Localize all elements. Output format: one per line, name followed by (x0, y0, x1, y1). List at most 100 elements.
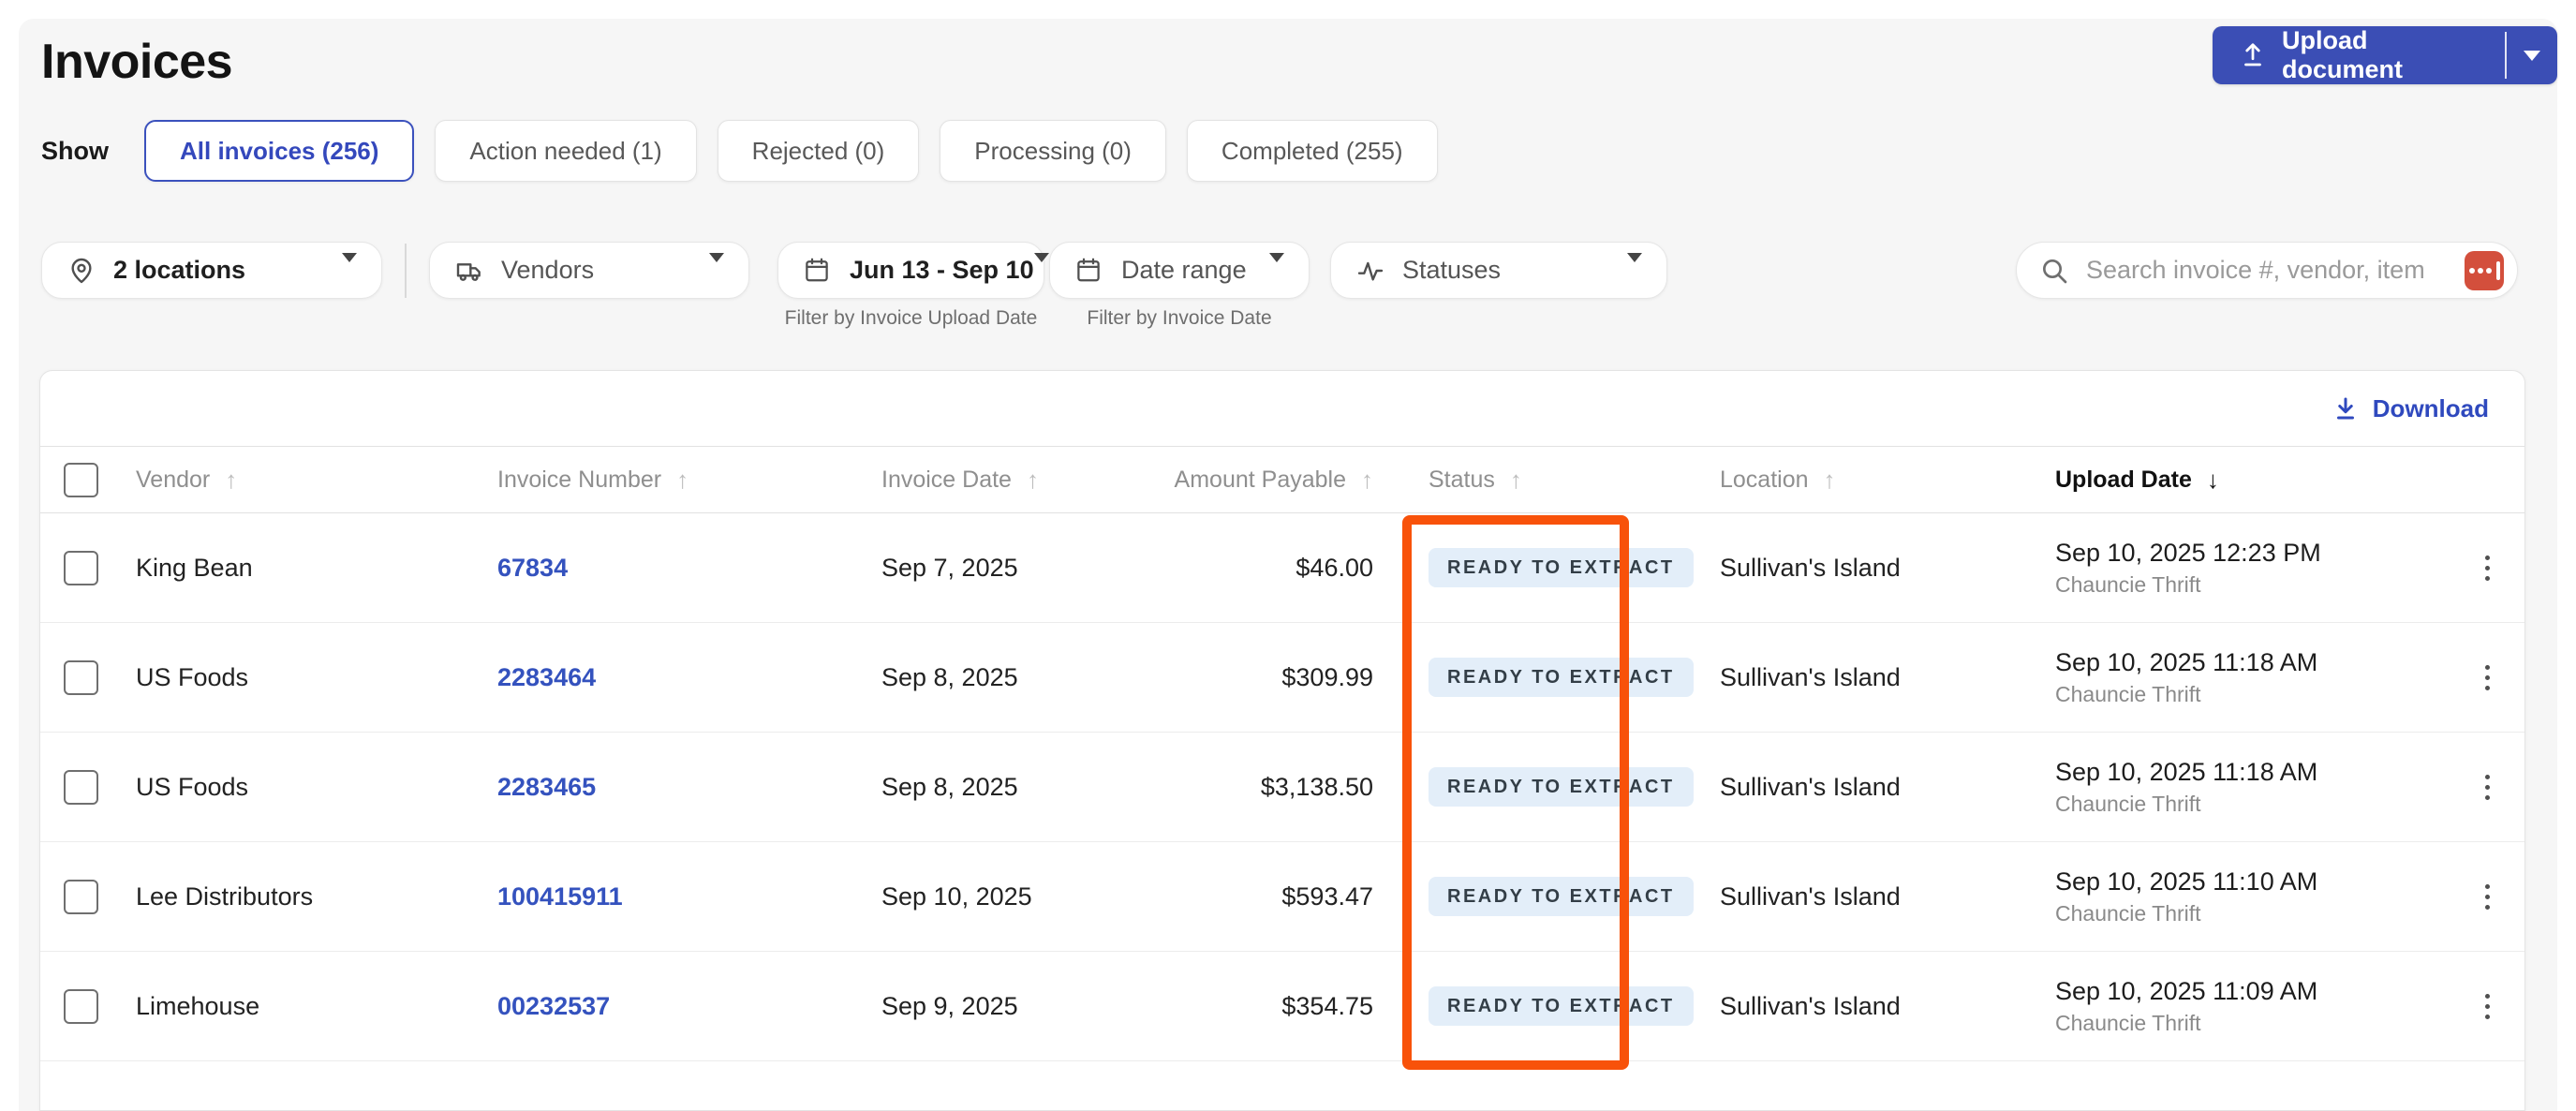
sort-asc-icon: ↑ (1510, 466, 1522, 495)
column-header-vendor[interactable]: Vendor↑ (106, 466, 471, 495)
chevron-down-icon (2524, 51, 2540, 61)
amount-payable-cell: $593.47 (1164, 882, 1389, 911)
uploaded-by: Chauncie Thrift (2055, 682, 2201, 706)
download-icon (2332, 394, 2360, 422)
table-header-row: Vendor↑ Invoice Number↑ Invoice Date↑ Am… (40, 446, 2524, 513)
vendor-cell: US Foods (106, 773, 471, 802)
tab-action-needed-label: Action needed (1) (469, 137, 661, 166)
chevron-down-icon (709, 262, 724, 279)
vendor-filter-dropdown[interactable]: Vendors (429, 242, 749, 299)
sort-desc-icon: ↓ (2207, 466, 2219, 495)
tab-all-invoices[interactable]: All invoices (256) (144, 120, 414, 182)
vendor-filter-label: Vendors (501, 256, 594, 285)
table-row: US Foods 2283464 Sep 8, 2025 $309.99 REA… (40, 623, 2524, 733)
calendar-icon (803, 256, 833, 286)
row-checkbox[interactable] (64, 660, 98, 695)
chevron-down-icon (1034, 262, 1049, 279)
row-checkbox[interactable] (64, 770, 98, 805)
column-header-location[interactable]: Location↑ (1651, 466, 1998, 495)
upload-datetime: Sep 10, 2025 11:09 AM (2055, 977, 2317, 1005)
download-button[interactable]: Download (2332, 394, 2489, 423)
column-header-invoice-date[interactable]: Invoice Date↑ (855, 466, 1164, 495)
search-input[interactable] (2086, 256, 2465, 285)
invoice-number-link[interactable]: 00232537 (497, 992, 610, 1021)
amount-payable-cell: $354.75 (1164, 992, 1389, 1021)
row-menu-button[interactable] (2476, 546, 2499, 590)
location-cell: Sullivan's Island (1651, 882, 1998, 911)
upload-date-filter-dropdown[interactable]: Jun 13 - Sep 10 (777, 242, 1044, 299)
tab-action-needed[interactable]: Action needed (1) (435, 120, 696, 182)
column-header-status[interactable]: Status↑ (1389, 466, 1651, 495)
amount-payable-cell: $309.99 (1164, 663, 1389, 692)
amount-payable-cell: $3,138.50 (1164, 773, 1389, 802)
upload-dropdown-toggle[interactable] (2507, 26, 2557, 84)
column-header-upload-date[interactable]: Upload Date↓ (1998, 466, 2476, 495)
upload-document-label: Upload document (2282, 26, 2477, 84)
activity-pulse-icon (1355, 256, 1385, 286)
invoice-number-link[interactable]: 2283464 (497, 663, 596, 692)
tab-processing-label: Processing (0) (974, 137, 1132, 166)
upload-document-button[interactable]: Upload document (2213, 26, 2557, 84)
location-cell: Sullivan's Island (1651, 663, 1998, 692)
upload-datetime: Sep 10, 2025 12:23 PM (2055, 539, 2321, 567)
row-checkbox[interactable] (64, 989, 98, 1024)
table-row: Limehouse 00232537 Sep 9, 2025 $354.75 R… (40, 952, 2524, 1061)
tab-rejected-label: Rejected (0) (752, 137, 885, 166)
row-menu-button[interactable] (2476, 875, 2499, 919)
tab-processing[interactable]: Processing (0) (940, 120, 1166, 182)
row-checkbox[interactable] (64, 880, 98, 914)
tab-completed-label: Completed (255) (1221, 137, 1403, 166)
row-menu-button[interactable] (2476, 656, 2499, 700)
invoice-date-filter-helper: Filter by Invoice Date (1049, 307, 1310, 330)
invoice-date-cell: Sep 8, 2025 (855, 773, 1164, 802)
tab-completed[interactable]: Completed (255) (1187, 120, 1438, 182)
chevron-down-icon (1269, 262, 1284, 279)
tab-rejected[interactable]: Rejected (0) (718, 120, 920, 182)
invoices-table-card: Download Vendor↑ Invoice Number↑ Invoice… (39, 370, 2525, 1111)
invoice-date-filter-dropdown[interactable]: Date range (1049, 242, 1310, 299)
filter-divider (405, 244, 407, 298)
column-header-amount-payable[interactable]: Amount Payable↑ (1164, 466, 1389, 495)
location-filter-dropdown[interactable]: 2 locations (41, 242, 382, 299)
table-toolbar: Download (40, 371, 2524, 446)
select-all-checkbox[interactable] (64, 463, 98, 497)
upload-datetime: Sep 10, 2025 11:18 AM (2055, 758, 2317, 786)
truck-icon (454, 256, 484, 286)
uploaded-by: Chauncie Thrift (2055, 901, 2201, 926)
page-title: Invoices (41, 34, 232, 90)
uploaded-by: Chauncie Thrift (2055, 1011, 2201, 1035)
chevron-down-icon (1627, 262, 1642, 279)
invoice-number-link[interactable]: 67834 (497, 554, 568, 583)
invoice-date-cell: Sep 9, 2025 (855, 992, 1164, 1021)
calendar-icon (1074, 256, 1104, 286)
sort-asc-icon: ↑ (225, 466, 237, 495)
location-cell: Sullivan's Island (1651, 554, 1998, 583)
invoice-number-link[interactable]: 2283465 (497, 773, 596, 802)
search-icon (2039, 256, 2069, 286)
upload-datetime: Sep 10, 2025 11:10 AM (2055, 867, 2317, 896)
amount-payable-cell: $46.00 (1164, 554, 1389, 583)
status-tabs: Show All invoices (256) Action needed (1… (41, 120, 1458, 182)
upload-document-main[interactable]: Upload document (2213, 26, 2505, 84)
location-cell: Sullivan's Island (1651, 992, 1998, 1021)
invoice-date-filter-label: Date range (1121, 256, 1247, 285)
location-cell: Sullivan's Island (1651, 773, 1998, 802)
sort-asc-icon: ↑ (1027, 466, 1039, 495)
row-checkbox[interactable] (64, 551, 98, 585)
table-row: US Foods 2283465 Sep 8, 2025 $3,138.50 R… (40, 733, 2524, 842)
invoice-date-cell: Sep 8, 2025 (855, 663, 1164, 692)
download-label: Download (2373, 394, 2489, 423)
row-menu-button[interactable] (2476, 985, 2499, 1029)
status-filter-dropdown[interactable]: Statuses (1330, 242, 1667, 299)
invoice-number-link[interactable]: 100415911 (497, 882, 623, 911)
row-menu-button[interactable] (2476, 765, 2499, 809)
sort-asc-icon: ↑ (676, 466, 688, 495)
upload-datetime: Sep 10, 2025 11:18 AM (2055, 648, 2317, 676)
search-box (2016, 242, 2518, 299)
vendor-cell: Limehouse (106, 992, 471, 1021)
password-manager-extension-icon[interactable] (2465, 251, 2504, 290)
upload-icon (2239, 41, 2267, 69)
vendor-cell: US Foods (106, 663, 471, 692)
column-header-invoice-number[interactable]: Invoice Number↑ (471, 466, 855, 495)
location-pin-icon (67, 256, 96, 286)
